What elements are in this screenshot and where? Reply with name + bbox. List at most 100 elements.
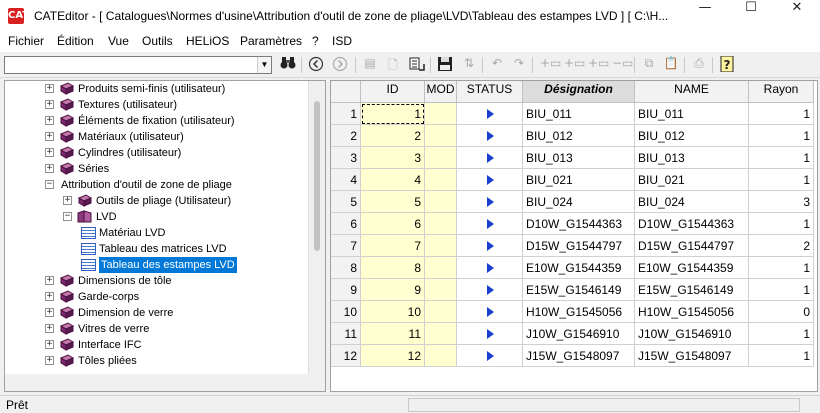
status-header[interactable]: STATUS [457,81,523,103]
binoculars-icon[interactable] [279,56,297,74]
tree-node[interactable]: + Textures (utilisateur) [5,97,305,113]
desig-cell[interactable]: D15W_G1544797 [523,235,635,257]
row-number[interactable]: 7 [331,235,361,257]
mod-cell[interactable] [425,301,457,323]
row-number[interactable]: 10 [331,301,361,323]
desig-cell[interactable]: D10W_G1544363 [523,213,635,235]
status-cell[interactable] [457,103,523,125]
tree-node[interactable]: + Garde-corps [5,289,305,305]
designation-header[interactable]: Désignation [523,81,635,103]
row-number[interactable]: 6 [331,213,361,235]
name-header[interactable]: NAME [635,81,749,103]
status-cell[interactable] [457,125,523,147]
rayon-cell[interactable]: 1 [749,213,814,235]
maximize-icon[interactable]: ☐ [728,0,774,32]
id-cell[interactable]: 1 [361,103,425,125]
menu-isd[interactable]: ISD [332,34,352,48]
id-cell[interactable]: 12 [361,345,425,367]
expand-icon[interactable]: + [45,164,54,173]
name-cell[interactable]: D10W_G1544363 [635,213,749,235]
status-cell[interactable] [457,279,523,301]
app-icon[interactable]: CAT [8,8,29,24]
row-number[interactable]: 12 [331,345,361,367]
row-number[interactable]: 11 [331,323,361,345]
print-icon[interactable]: ⎙ [690,56,708,74]
row-number[interactable]: 2 [331,125,361,147]
tree-node[interactable]: + Vitres de verre [5,321,305,337]
paste-icon[interactable]: 📋 [662,56,680,74]
name-cell[interactable]: BIU_021 [635,169,749,191]
name-cell[interactable]: H10W_G1545056 [635,301,749,323]
desig-cell[interactable]: J10W_G1546910 [523,323,635,345]
sort-icon[interactable]: ⇅ [460,56,478,74]
id-cell[interactable]: 8 [361,257,425,279]
tree-node[interactable]: + Dimension de verre [5,305,305,321]
expand-icon[interactable]: + [45,276,54,285]
back-icon[interactable] [307,56,325,74]
status-cell[interactable] [457,147,523,169]
desig-cell[interactable]: BIU_021 [523,169,635,191]
rayon-cell[interactable]: 1 [749,345,814,367]
menu-outils[interactable]: Outils [142,34,173,48]
id-cell[interactable]: 3 [361,147,425,169]
rayon-cell[interactable]: 1 [749,169,814,191]
rayon-cell[interactable]: 1 [749,257,814,279]
tree-node[interactable]: + Interface IFC [5,337,305,353]
append-row-icon[interactable]: +▭ [588,56,609,74]
search-combo[interactable]: ▼ [4,56,272,74]
insert-icon[interactable]: ▤ [361,56,379,74]
undo-icon[interactable]: ↶ [488,56,506,74]
desig-cell[interactable]: BIU_012 [523,125,635,147]
rayon-cell[interactable]: 1 [749,103,814,125]
rayon-cell[interactable]: 3 [749,191,814,213]
desig-cell[interactable]: BIU_013 [523,147,635,169]
mod-cell[interactable] [425,147,457,169]
menu-vue[interactable]: Vue [108,34,129,48]
mod-cell[interactable] [425,191,457,213]
id-cell[interactable]: 11 [361,323,425,345]
row-number[interactable]: 4 [331,169,361,191]
expand-icon[interactable]: + [45,148,54,157]
desig-cell[interactable]: E10W_G1544359 [523,257,635,279]
name-cell[interactable]: BIU_024 [635,191,749,213]
tree-node[interactable]: + Matériaux (utilisateur) [5,129,305,145]
desig-cell[interactable]: BIU_011 [523,103,635,125]
insert-row-icon[interactable]: +▭ [564,56,585,74]
id-cell[interactable]: 10 [361,301,425,323]
tree-node[interactable]: + Dimensions de tôle [5,273,305,289]
tree-node[interactable]: − LVD [5,209,305,225]
mod-cell[interactable] [425,213,457,235]
expand-icon[interactable]: + [45,84,54,93]
close-icon[interactable]: ✕ [774,0,820,32]
id-cell[interactable]: 2 [361,125,425,147]
mod-header[interactable]: MOD [425,81,457,103]
row-number[interactable]: 3 [331,147,361,169]
row-number[interactable]: 8 [331,257,361,279]
status-cell[interactable] [457,169,523,191]
expand-icon[interactable]: + [45,100,54,109]
status-cell[interactable] [457,235,523,257]
catalog-tree[interactable]: + Produits semi-finis (utilisateur) + Textu… [4,80,326,392]
mod-cell[interactable] [425,103,457,125]
tree-node[interactable]: + Séries [5,161,305,177]
desig-cell[interactable]: J15W_G1548097 [523,345,635,367]
tree-node[interactable]: − Attribution d'outil de zone de pliage [5,177,305,193]
name-cell[interactable]: J15W_G1548097 [635,345,749,367]
tree-horizontal-scrollbar[interactable] [5,374,325,391]
data-grid[interactable]: ID MOD STATUS Désignation NAME Rayon 1 1 BIU_011… [330,80,818,392]
id-cell[interactable]: 5 [361,191,425,213]
rayon-cell[interactable]: 0 [749,301,814,323]
expand-icon[interactable]: + [45,132,54,141]
status-cell[interactable] [457,191,523,213]
row-number[interactable]: 1 [331,103,361,125]
rayon-cell[interactable]: 1 [749,125,814,147]
id-cell[interactable]: 6 [361,213,425,235]
add-row-icon[interactable]: +▭ [540,56,561,74]
mod-cell[interactable] [425,257,457,279]
status-cell[interactable] [457,345,523,367]
id-cell[interactable]: 9 [361,279,425,301]
tree-node[interactable]: + Produits semi-finis (utilisateur) [5,81,305,97]
status-cell[interactable] [457,301,523,323]
row-number[interactable]: 5 [331,191,361,213]
expand-icon[interactable]: + [45,308,54,317]
